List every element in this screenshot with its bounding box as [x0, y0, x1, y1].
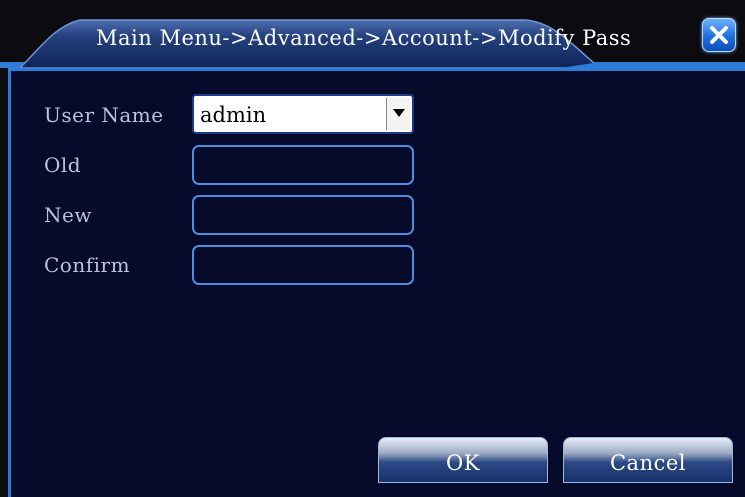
- close-button[interactable]: [702, 18, 736, 52]
- new-password-field[interactable]: [192, 195, 414, 235]
- dropdown-button[interactable]: [386, 98, 410, 130]
- title-bar: Main Menu->Advanced->Account->Modify Pas…: [0, 0, 745, 68]
- user-name-value: admin: [200, 103, 267, 127]
- close-icon: [710, 26, 728, 44]
- ok-button[interactable]: OK: [378, 437, 548, 483]
- user-name-select[interactable]: admin: [192, 94, 414, 134]
- modify-password-window: Main Menu->Advanced->Account->Modify Pas…: [0, 0, 745, 497]
- new-password-label: New: [44, 203, 92, 227]
- chevron-down-icon: [393, 109, 405, 117]
- confirm-password-label: Confirm: [44, 253, 131, 277]
- confirm-password-field[interactable]: [192, 245, 414, 285]
- left-rail: [0, 68, 8, 497]
- window-title: Main Menu->Advanced->Account->Modify Pas…: [96, 26, 632, 50]
- user-name-label: User Name: [44, 103, 164, 127]
- old-password-label: Old: [44, 153, 82, 177]
- cancel-button[interactable]: Cancel: [563, 437, 733, 483]
- old-password-field[interactable]: [192, 145, 414, 185]
